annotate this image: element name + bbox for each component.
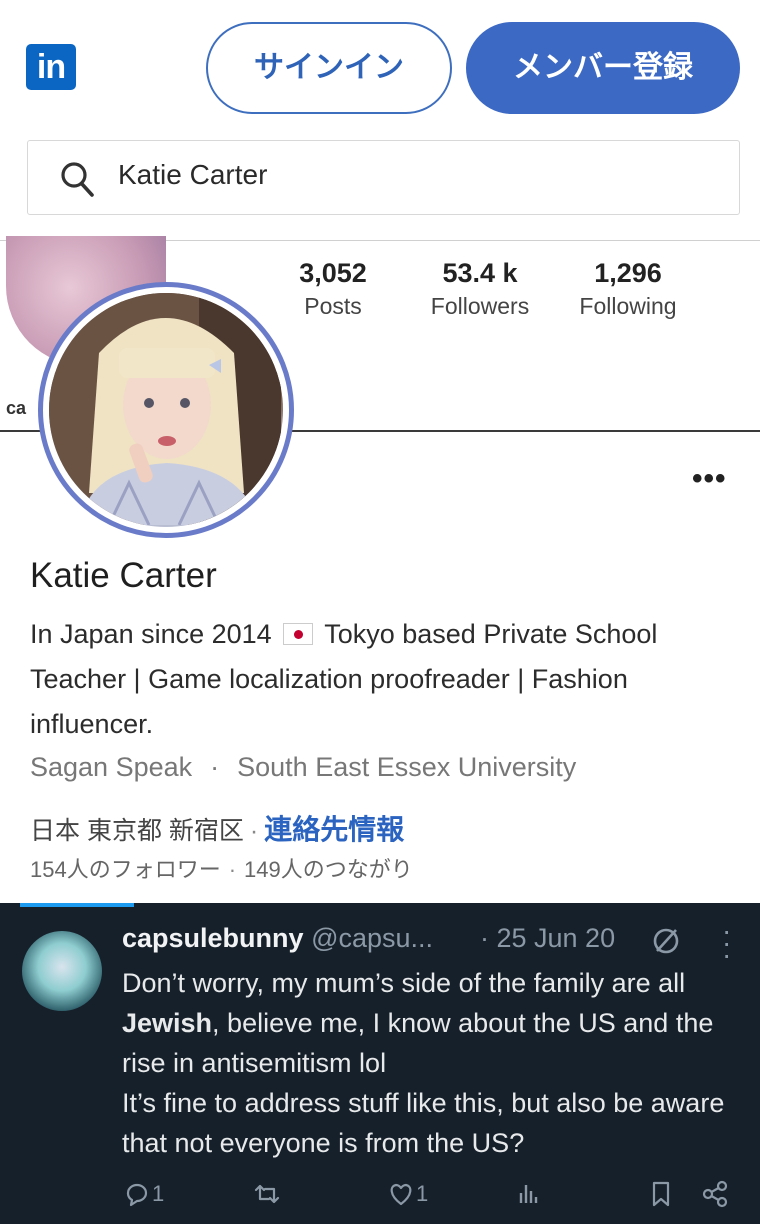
tab-indicator <box>20 903 134 907</box>
search-bar[interactable]: Katie Carter <box>27 140 740 215</box>
join-button[interactable]: メンバー登録 <box>466 22 740 114</box>
profile-name: Katie Carter <box>30 556 217 595</box>
share-icon <box>702 1180 728 1208</box>
profile-experience-line: Sagan Speak · South East Essex University <box>30 752 576 783</box>
tweet-line1-pre: Don’t worry, my mum’s side of the family… <box>122 968 686 998</box>
retweet-icon <box>254 1184 280 1204</box>
retweet-button[interactable] <box>252 1179 282 1209</box>
stat-following: 1,296 Following <box>568 258 688 320</box>
tweet-timestamp[interactable]: · 25 Jun 20 <box>480 923 615 954</box>
like-button[interactable]: 1 <box>386 1179 428 1209</box>
stat-following-label: Following <box>579 293 677 319</box>
no-entry-icon <box>653 928 679 954</box>
reply-icon <box>126 1183 148 1207</box>
stat-following-number: 1,296 <box>594 258 662 288</box>
search-input[interactable]: Katie Carter <box>118 159 267 191</box>
views-icon <box>519 1185 538 1203</box>
separator: · <box>249 817 259 845</box>
linkedin-logo[interactable]: in <box>26 44 76 90</box>
tweet-card[interactable]: capsulebunny @capsu... · 25 Jun 20 · · · D… <box>0 903 760 1224</box>
stat-posts-number: 3,052 <box>299 258 367 288</box>
profile-location-line: 日本 東京都 新宿区 · 連絡先情報 <box>30 808 404 848</box>
separator: · <box>228 857 237 882</box>
headline-part1: In Japan since 2014 <box>30 619 272 649</box>
stat-followers-number: 53.4 k <box>442 258 518 288</box>
profile-headline: In Japan since 2014 Tokyo based Private … <box>30 612 740 747</box>
instagram-username-fragment: ca <box>6 398 27 418</box>
tweet-handle[interactable]: @capsu... <box>311 923 433 953</box>
stat-posts-label: Posts <box>304 293 362 319</box>
tweet-username[interactable]: capsulebunny <box>122 923 304 953</box>
followers-count: 154人のフォロワー <box>30 857 221 882</box>
location-text: 日本 東京都 新宿区 <box>30 817 244 845</box>
separator: · <box>210 752 220 782</box>
profile-network-line: 154人のフォロワー · 149人のつながり <box>30 852 413 884</box>
reply-count: 1 <box>152 1181 165 1206</box>
japan-flag-icon <box>283 623 314 645</box>
company-name[interactable]: Sagan Speak <box>30 752 192 782</box>
views-button[interactable] <box>514 1179 544 1209</box>
stat-posts: 3,052 Posts <box>290 258 376 320</box>
search-icon <box>61 162 94 197</box>
school-name[interactable]: South East Essex University <box>237 752 576 782</box>
stat-followers: 53.4 k Followers <box>420 258 540 320</box>
profile-photo[interactable] <box>38 282 294 538</box>
linkedin-header: in サインイン メンバー登録 <box>0 0 760 136</box>
share-button[interactable] <box>700 1179 730 1209</box>
tweet-avatar[interactable] <box>22 931 102 1011</box>
bookmark-button[interactable] <box>646 1179 676 1209</box>
tweet-text: Don’t worry, my mum’s side of the family… <box>122 963 742 1163</box>
connections-count: 149人のつながり <box>244 857 413 882</box>
tweet-action-bar: 1 1 <box>0 1171 760 1221</box>
like-count: 1 <box>416 1181 429 1206</box>
stat-followers-label: Followers <box>430 293 530 319</box>
tweet-header: capsulebunny @capsu... <box>122 923 433 954</box>
contact-info-link[interactable]: 連絡先情報 <box>264 814 404 845</box>
portrait-illustration <box>49 293 281 525</box>
tweet-line2: It’s fine to address stuff like this, bu… <box>122 1088 725 1158</box>
reply-button[interactable]: 1 <box>122 1179 164 1209</box>
profile-photo-image <box>49 293 283 527</box>
like-icon <box>390 1183 412 1206</box>
signin-button[interactable]: サインイン <box>206 22 452 114</box>
bookmark-icon <box>652 1181 670 1207</box>
more-icon[interactable]: ••• <box>692 462 727 496</box>
kebab-icon[interactable]: · · · <box>722 917 731 969</box>
tweet-line1-bold: Jewish <box>122 1008 213 1038</box>
